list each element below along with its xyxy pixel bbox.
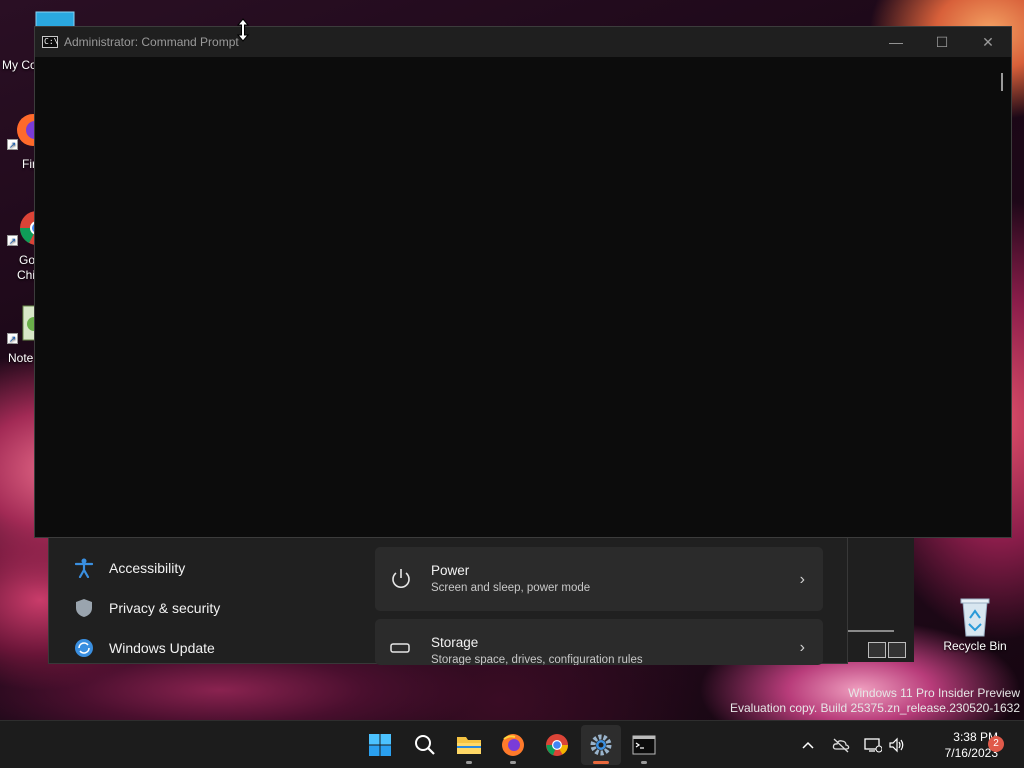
cloud-offline-icon [832, 738, 850, 753]
console-output[interactable] [35, 57, 995, 537]
search-button[interactable] [405, 725, 445, 765]
search-icon [415, 735, 435, 755]
power-icon [389, 567, 415, 593]
clock-date: 7/16/2023 [944, 746, 998, 760]
nav-item-privacy[interactable]: Privacy & security [73, 593, 220, 623]
file-explorer-icon [457, 737, 481, 754]
divider [848, 630, 894, 632]
shortcut-arrow-icon: ↗ [7, 139, 18, 150]
command-prompt-window[interactable]: C:\ Administrator: Command Prompt — ☐ ✕ [34, 26, 1012, 538]
clock-time: 3:38 PM [953, 730, 998, 744]
storage-icon [389, 641, 415, 665]
view-toggle [868, 642, 906, 658]
update-icon [73, 637, 95, 659]
firefox-button[interactable] [493, 725, 533, 765]
notification-badge[interactable]: 2 [988, 736, 1004, 752]
window-title: Administrator: Command Prompt [64, 35, 239, 49]
desktop-icon-label: Go [19, 253, 36, 267]
card-title: Power [431, 563, 470, 578]
chevron-right-icon: › [799, 571, 805, 588]
nav-item-windows-update[interactable]: Windows Update [73, 633, 215, 663]
tiles-view-icon[interactable] [888, 642, 906, 658]
volume-control[interactable] [888, 721, 906, 768]
clock[interactable]: 3:38 PM 7/16/2023 [912, 729, 998, 761]
minimize-button[interactable]: — [873, 27, 919, 57]
desktop-icon-label-line2: Chi [17, 268, 36, 282]
resize-cursor-icon [236, 18, 250, 42]
recycle-bin-icon [955, 596, 995, 637]
chevron-right-icon: › [799, 639, 805, 656]
nav-item-accessibility[interactable]: Accessibility [73, 553, 185, 583]
card-subtitle: Screen and sleep, power mode [431, 582, 591, 594]
watermark-line2: Evaluation copy. Build 25375.zn_release.… [730, 701, 1020, 715]
onedrive-status[interactable] [832, 721, 850, 768]
chrome-icon [546, 734, 568, 756]
network-icon [864, 738, 882, 753]
firefox-icon [502, 734, 524, 756]
desktop-icon-recycle-bin[interactable]: Recycle Bin [938, 596, 1012, 654]
chevron-up-icon [802, 741, 814, 749]
card-title: Storage [431, 635, 479, 650]
desktop-icon-label: Note [8, 351, 34, 365]
running-indicator [593, 761, 609, 764]
maximize-button[interactable]: ☐ [919, 27, 965, 57]
settings-window: Accessibility Privacy & security Windows… [48, 520, 848, 665]
evaluation-watermark: Windows 11 Pro Insider Preview Evaluatio… [730, 686, 1020, 716]
start-icon [369, 734, 391, 756]
watermark-line1: Windows 11 Pro Insider Preview [848, 686, 1020, 700]
network-status[interactable] [864, 721, 882, 768]
desktop-icon-label: Recycle Bin [943, 639, 1007, 653]
file-explorer-button[interactable] [449, 725, 489, 765]
running-indicator [641, 761, 647, 764]
running-indicator [510, 761, 516, 764]
card-subtitle: Storage space, drives, configuration rul… [431, 654, 643, 665]
chrome-button[interactable] [537, 725, 577, 765]
nav-item-label: Accessibility [109, 560, 186, 576]
nav-item-label: Privacy & security [109, 600, 221, 616]
show-hidden-icons-button[interactable] [800, 721, 816, 768]
terminal-icon [632, 735, 656, 755]
shortcut-arrow-icon: ↗ [7, 235, 18, 246]
volume-icon [889, 737, 904, 753]
running-indicator [466, 761, 472, 764]
desktop-icon-label: My Co [2, 58, 37, 72]
settings-icon [590, 734, 612, 756]
terminal-button[interactable] [624, 725, 664, 765]
shortcut-arrow-icon: ↗ [7, 333, 18, 344]
taskbar: 3:38 PM 7/16/2023 [0, 720, 1024, 768]
start-button[interactable] [360, 725, 400, 765]
nav-item-label: Windows Update [109, 640, 215, 656]
cmd-app-icon: C:\ [42, 36, 59, 48]
scrollbar-thumb[interactable] [1001, 73, 1003, 91]
cmd-titlebar[interactable]: C:\ Administrator: Command Prompt — ☐ ✕ [35, 27, 1011, 57]
power-card[interactable]: Power Screen and sleep, power mode › [375, 547, 823, 611]
storage-card[interactable]: Storage Storage space, drives, configura… [375, 619, 823, 665]
accessibility-icon [73, 557, 95, 579]
close-button[interactable]: ✕ [965, 27, 1011, 57]
shield-icon [73, 597, 95, 619]
settings-button[interactable] [581, 725, 621, 765]
details-view-icon[interactable] [868, 642, 886, 658]
